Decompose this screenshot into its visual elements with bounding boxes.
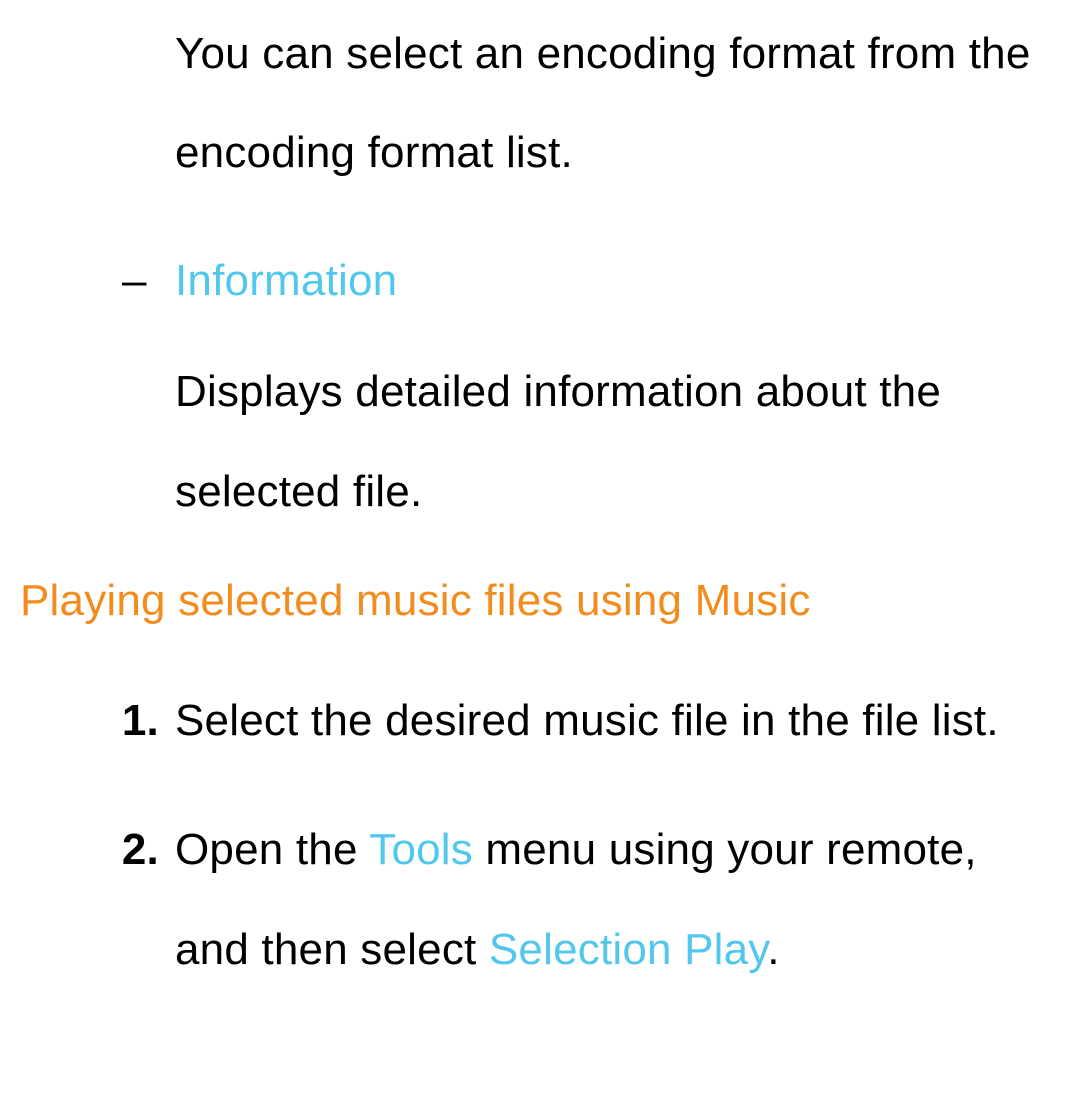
step-2: 2. Open the Tools menu using your remote… [0,800,1040,999]
tools-menu-name: Tools [369,825,473,874]
section-heading-playing-music: Playing selected music files using Music [20,551,1060,650]
step-2-text: Open the Tools menu using your remote, a… [175,800,1040,999]
dash-bullet-icon: – [122,231,175,330]
step-1: 1. Select the desired music file in the … [0,671,1040,770]
information-list-item: – Information [122,231,1040,330]
encoding-format-paragraph: You can select an encoding format from t… [175,4,1040,203]
steps-list: 1. Select the desired music file in the … [0,671,1040,999]
information-heading: Information [175,231,397,330]
step-1-text: Select the desired music file in the fil… [175,671,1040,770]
step-2-post: . [767,925,779,974]
selection-play-option: Selection Play [489,925,767,974]
step-2-pre: Open the [175,825,369,874]
information-description: Displays detailed information about the … [175,342,1040,541]
step-1-number: 1. [0,671,175,770]
step-2-number: 2. [0,800,175,899]
